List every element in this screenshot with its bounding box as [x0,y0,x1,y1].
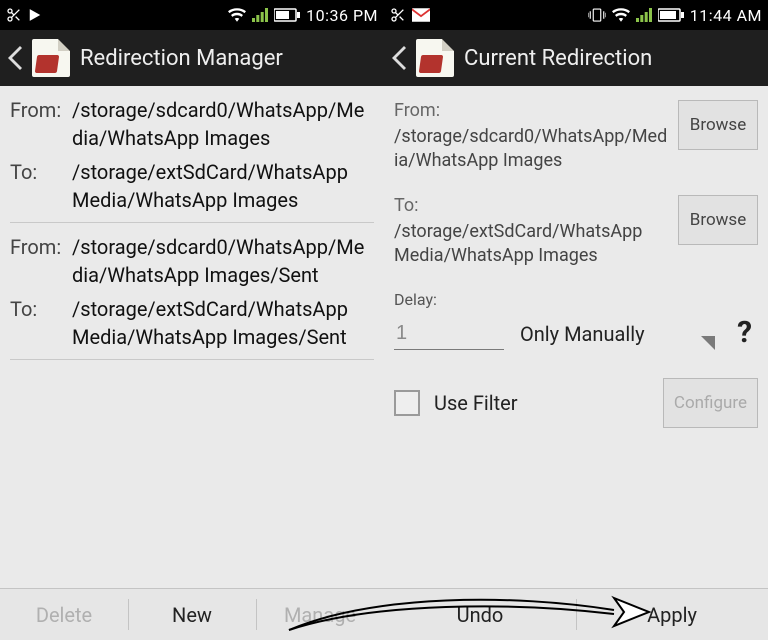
from-label: From: [10,233,72,289]
from-label: From: [394,100,670,121]
to-browse-button[interactable]: Browse [678,195,758,245]
help-button[interactable]: ? [731,315,758,350]
status-bar: 10:36 PM [0,0,384,30]
delete-button[interactable]: Delete [0,589,128,640]
status-bar: 11:44 AM [384,0,768,30]
from-path: /storage/sdcard0/WhatsApp/Media/WhatsApp… [394,125,670,173]
apply-button[interactable]: Apply [576,589,768,640]
from-path: /storage/sdcard0/WhatsApp/Media/WhatsApp… [72,233,374,289]
vibrate-icon [588,8,606,22]
delay-mode-spinner[interactable]: Only Manually [520,322,715,350]
to-label: To: [10,295,72,351]
to-path: /storage/extSdCard/WhatsApp Media/WhatsA… [72,295,374,351]
redirection-form: From: /storage/sdcard0/WhatsApp/Media/Wh… [384,86,768,588]
to-label: To: [394,195,670,216]
signal-icon [636,8,652,22]
screen-title: Redirection Manager [80,46,283,71]
new-button[interactable]: New [128,589,256,640]
battery-icon [658,8,684,22]
status-time: 10:36 PM [306,6,378,25]
to-path: /storage/extSdCard/WhatsApp Media/WhatsA… [394,220,670,268]
app-icon [416,39,454,77]
bottom-bar: Delete New Manage [0,588,384,640]
wifi-icon [228,8,246,22]
to-field: To: /storage/extSdCard/WhatsApp Media/Wh… [394,195,758,268]
app-icon [32,39,70,77]
dropdown-icon [701,336,715,350]
filter-row: Use Filter Configure [394,378,758,428]
from-browse-button[interactable]: Browse [678,100,758,150]
delay-mode-value: Only Manually [520,322,645,346]
action-bar: Current Redirection [384,30,768,86]
from-path: /storage/sdcard0/WhatsApp/Media/WhatsApp… [72,96,374,152]
use-filter-checkbox[interactable] [394,390,420,416]
signal-icon [252,8,268,22]
bottom-bar: Undo Apply [384,588,768,640]
undo-button[interactable]: Undo [384,589,576,640]
delay-input[interactable] [394,318,504,350]
gmail-icon [412,8,430,22]
screen-title: Current Redirection [464,46,652,71]
scissors-icon [6,7,22,23]
wifi-icon [612,8,630,22]
delay-label: Delay: [394,290,758,309]
status-time: 11:44 AM [690,6,762,25]
left-screen: 10:36 PM Redirection Manager From:/stora… [0,0,384,640]
use-filter-label: Use Filter [434,391,649,415]
back-icon[interactable] [8,46,22,70]
right-screen: 11:44 AM Current Redirection From: /stor… [384,0,768,640]
redirection-list: From:/storage/sdcard0/WhatsApp/Media/Wha… [0,86,384,588]
manage-button[interactable]: Manage [256,589,384,640]
from-label: From: [10,96,72,152]
list-item[interactable]: From:/storage/sdcard0/WhatsApp/Media/Wha… [10,223,374,360]
scissors-icon [390,7,406,23]
play-icon [28,8,42,22]
battery-icon [274,8,300,22]
list-item[interactable]: From:/storage/sdcard0/WhatsApp/Media/Wha… [10,86,374,223]
action-bar: Redirection Manager [0,30,384,86]
to-path: /storage/extSdCard/WhatsApp Media/WhatsA… [72,158,374,214]
to-label: To: [10,158,72,214]
configure-button[interactable]: Configure [663,378,758,428]
delay-row: Only Manually ? [394,315,758,350]
from-field: From: /storage/sdcard0/WhatsApp/Media/Wh… [394,100,758,173]
back-icon[interactable] [392,46,406,70]
